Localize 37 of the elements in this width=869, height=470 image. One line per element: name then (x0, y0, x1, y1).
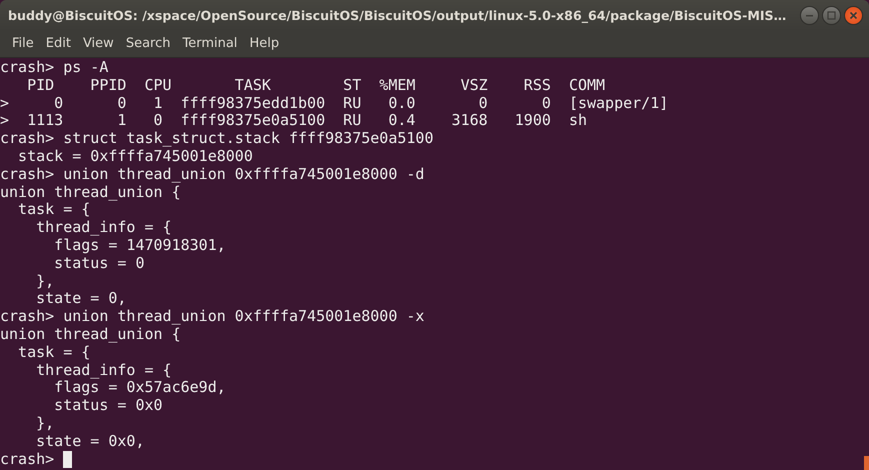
menu-item[interactable]: Edit (40, 36, 77, 51)
maximize-button[interactable] (822, 6, 841, 24)
terminal-line: > 0 0 1 ffff98375edd1b00 RU 0.0 0 0 [swapper/1] (0, 94, 668, 112)
window-title: buddy@BiscuitOS: /xspace/OpenSource/BiscuitOS/BiscuitOS/output/linux-5.0-x86_64/package/BiscuitOS-MIS… (8, 8, 786, 22)
maximize-icon (827, 10, 836, 20)
terminal-line: flags = 1470918301, (53, 236, 226, 255)
terminal-line: task = { (17, 201, 90, 220)
terminal-line: union thread_union { (0, 326, 181, 344)
terminal-line: thread_info = { (35, 219, 172, 237)
menu-item[interactable]: Search (120, 36, 176, 51)
menu-item[interactable]: Terminal (176, 36, 244, 51)
minimize-button[interactable] (800, 6, 819, 24)
menu-item[interactable]: File (6, 36, 40, 51)
terminal-line: task = { (17, 344, 90, 362)
close-icon (849, 10, 858, 20)
menu-item[interactable]: View (76, 36, 120, 51)
close-button[interactable] (844, 6, 863, 24)
terminal-line: crash> union thread_union 0xffffa745001e8000 -d (0, 166, 424, 184)
text-cursor (63, 450, 72, 468)
terminal-line: crash> union thread_union 0xffffa745001e8000 -x (0, 308, 424, 326)
terminal-line: status = 0x0 (53, 397, 163, 415)
terminal-line: state = 0x0, (35, 432, 144, 451)
terminal-line: }, (35, 272, 54, 290)
terminal-line: thread_info = { (35, 362, 172, 380)
prompt: crash> (0, 450, 54, 468)
terminal-line: stack = 0xffffa745001e8000 (17, 148, 253, 166)
menu-item[interactable]: Help (243, 36, 286, 51)
terminal-line: }, (35, 414, 54, 433)
terminal-line: PID PPID CPU TASK ST %MEM VSZ RSS COMM (26, 76, 606, 95)
terminal-line: status = 0 (53, 254, 144, 273)
terminal-line: union thread_union { (0, 184, 181, 202)
terminal-line: state = 0, (35, 290, 126, 308)
terminal-line: crash> struct task_struct.stack ffff98375e0a5100 (0, 130, 434, 148)
terminal-line: crash> ps -A (0, 59, 108, 77)
scrollbar-thumb[interactable] (864, 456, 869, 470)
terminal-line: flags = 0x57ac6e9d, (54, 379, 226, 398)
terminal-line: > 1113 1 0 ffff98375e0a5100 RU 0.4 3168 1900 sh (0, 112, 587, 130)
